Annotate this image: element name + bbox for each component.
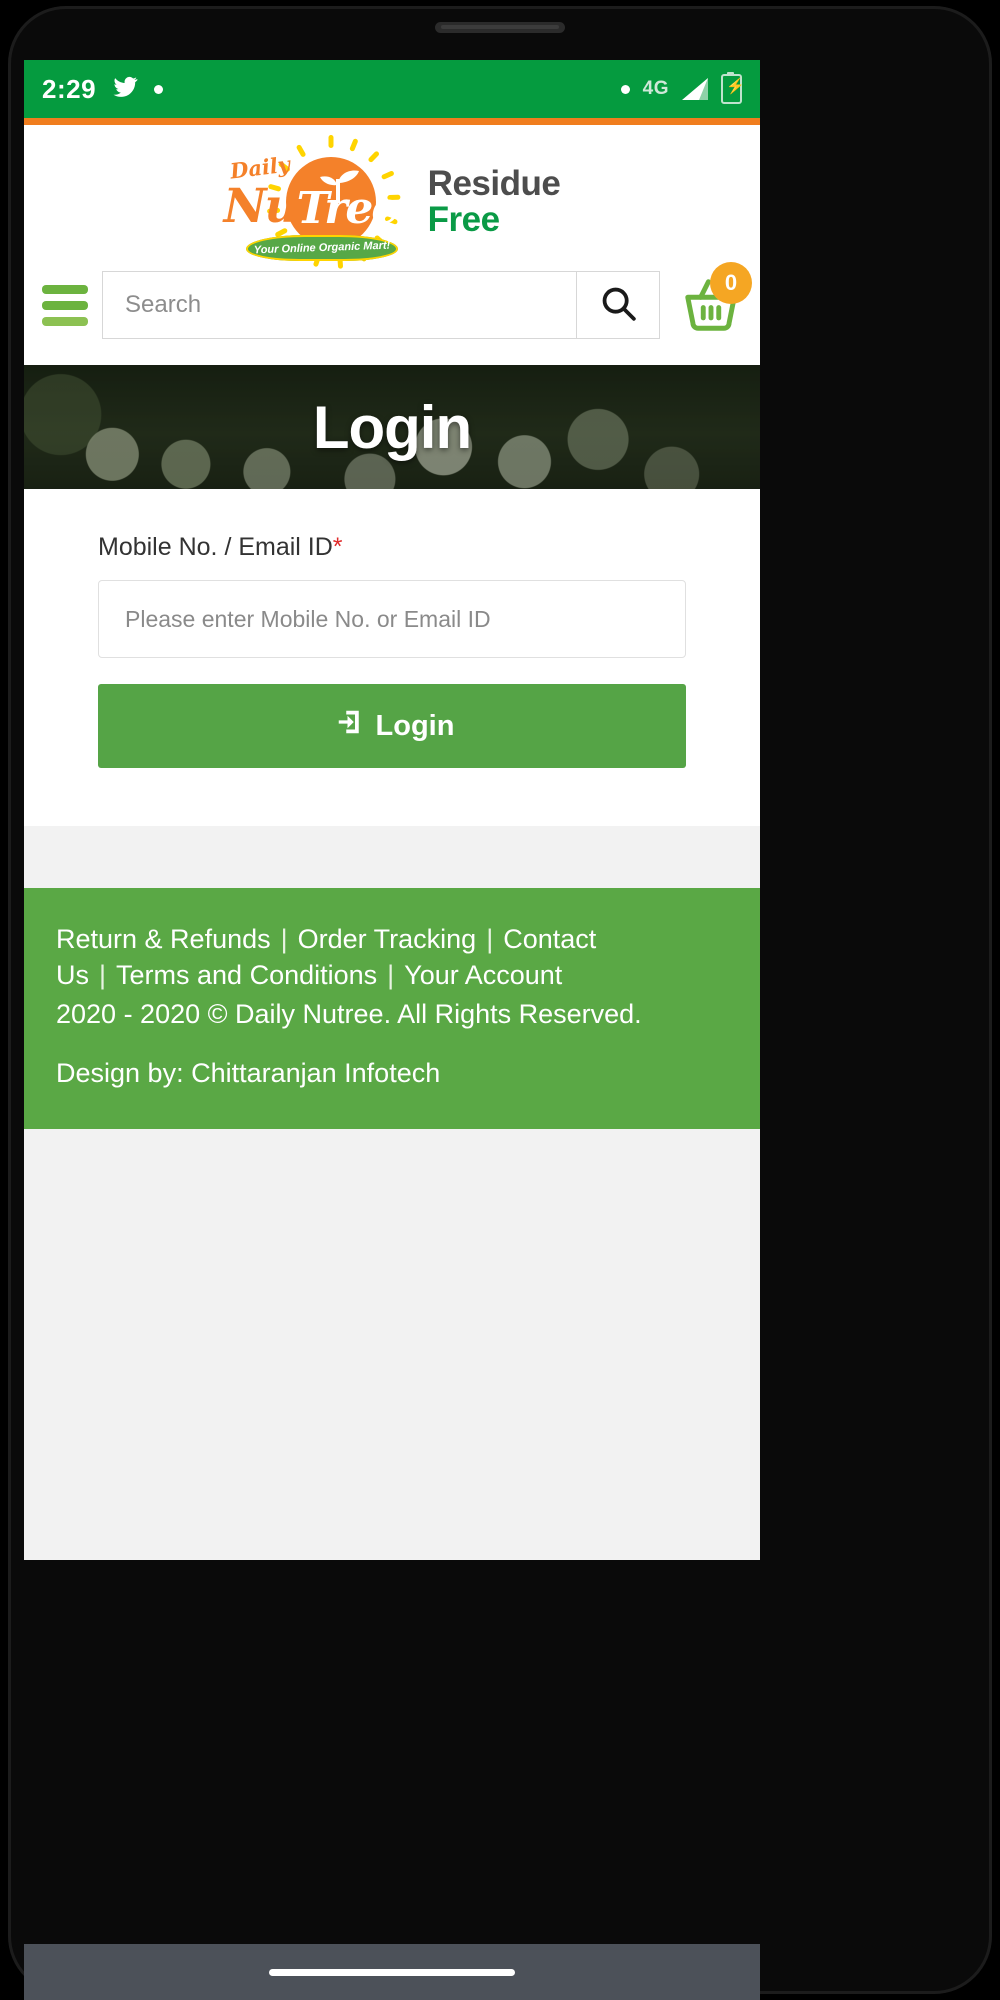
footer-separator: | xyxy=(486,924,494,954)
site-footer: Return & Refunds | Order Tracking | Contact … xyxy=(24,888,760,1130)
required-asterisk: * xyxy=(332,533,343,561)
phone-device: 2:29 4G ⚡ Daily Nu Tree Your Online Orga… xyxy=(0,0,1000,2000)
login-submit-button[interactable]: Login xyxy=(98,684,686,768)
sprout-leaf-icon xyxy=(316,169,360,208)
sign-in-arrow-icon xyxy=(330,707,360,745)
tagline-banner: Your Online Organic Mart! xyxy=(245,235,398,261)
page-title: Login xyxy=(312,393,472,461)
earpiece-speaker xyxy=(435,22,565,33)
residue-free-text: Residue Free xyxy=(428,166,561,237)
status-bar: 2:29 4G ⚡ xyxy=(24,60,760,118)
status-dot-icon xyxy=(620,84,630,94)
mobile-email-input[interactable] xyxy=(98,580,686,658)
footer-design-credit: Design by: Chittaranjan Infotech xyxy=(56,1058,441,1089)
footer-separator: | xyxy=(280,924,288,954)
search-row: 0 xyxy=(24,262,760,365)
footer-links: Return & Refunds | Order Tracking | Contact … xyxy=(56,922,728,993)
phone-screen: 2:29 4G ⚡ Daily Nu Tree Your Online Orga… xyxy=(24,60,760,1560)
site-header: Daily Nu Tree Your Online Organic Mart! xyxy=(24,125,760,365)
status-bar-right: 4G ⚡ xyxy=(620,72,745,104)
cart-count-badge: 0 xyxy=(710,262,752,304)
page-bottom-padding xyxy=(24,1129,760,1490)
footer-separator: | xyxy=(387,959,395,990)
search-button[interactable] xyxy=(576,272,659,338)
logo-nu-text: Nu xyxy=(223,179,299,234)
footer-separator: | xyxy=(99,959,107,990)
search-icon xyxy=(599,284,637,327)
search-input[interactable] xyxy=(103,272,576,338)
shopping-basket-icon xyxy=(680,279,742,340)
accent-divider xyxy=(24,118,760,125)
notification-dot-icon xyxy=(154,84,164,94)
free-word: Free xyxy=(427,200,500,239)
mobile-email-label-text: Mobile No. / Email ID xyxy=(98,533,333,561)
hamburger-menu-icon[interactable] xyxy=(42,284,88,326)
logo-tagline: Your Online Organic Mart! xyxy=(253,239,391,257)
footer-copyright: 2020 - 2020 © Daily Nutree. All Rights R… xyxy=(56,999,642,1030)
system-navigation-bar xyxy=(24,1944,760,2000)
status-bar-left: 2:29 xyxy=(42,73,164,105)
twitter-bird-icon xyxy=(110,74,140,105)
cart-button[interactable]: 0 xyxy=(680,262,752,336)
footer-link-terms-conditions[interactable]: Terms and Conditions xyxy=(116,960,377,990)
search-box[interactable] xyxy=(102,271,660,339)
footer-link-return-refunds[interactable]: Return & Refunds xyxy=(56,924,271,954)
signal-bars-icon xyxy=(682,78,708,100)
mobile-email-label: Mobile No. / Email ID* xyxy=(98,533,686,562)
battery-charging-icon: ⚡ xyxy=(721,72,745,104)
footer-link-your-account[interactable]: Your Account xyxy=(404,960,562,990)
login-button-label: Login xyxy=(375,709,455,742)
daily-nutree-logo[interactable]: Daily Nu Tree Your Online Organic Mart! xyxy=(223,135,414,269)
status-time: 2:29 xyxy=(42,73,97,104)
logo-area[interactable]: Daily Nu Tree Your Online Organic Mart! xyxy=(24,125,760,271)
residue-word: Residue xyxy=(427,164,561,204)
network-type-label: 4G xyxy=(642,78,669,99)
footer-link-order-tracking[interactable]: Order Tracking xyxy=(298,924,477,954)
content-spacer xyxy=(24,826,760,888)
page-hero: Login xyxy=(24,365,760,489)
login-form: Mobile No. / Email ID* Login xyxy=(24,489,760,826)
home-indicator[interactable] xyxy=(269,1968,515,1976)
